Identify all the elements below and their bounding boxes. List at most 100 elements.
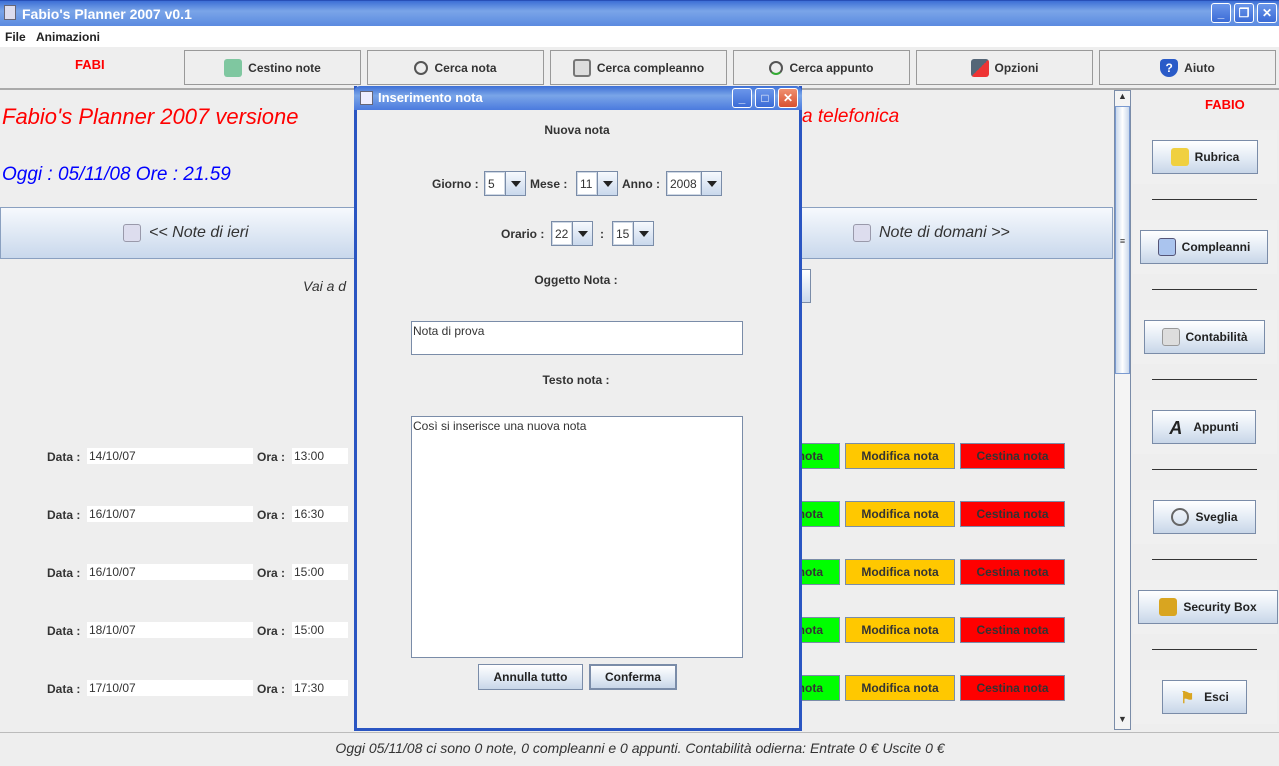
chevron-down-icon xyxy=(597,172,617,195)
dialog-close-button[interactable]: ✕ xyxy=(778,88,798,108)
button-label: Cerca nota xyxy=(434,60,497,75)
date-field: 16/10/07 xyxy=(87,506,253,522)
trash-note-button[interactable]: Cestina nota xyxy=(960,501,1065,527)
close-button[interactable]: ✕ xyxy=(1257,3,1277,23)
ore-value: 22 xyxy=(552,222,572,245)
opzioni-button[interactable]: Opzioni xyxy=(916,50,1093,85)
date-field: 16/10/07 xyxy=(87,564,253,580)
button-label: Aiuto xyxy=(1184,60,1215,75)
annulla-button[interactable]: Annulla tutto xyxy=(478,664,583,690)
edit-note-button[interactable]: Modifica nota xyxy=(845,617,955,643)
divider xyxy=(1152,199,1257,200)
time-field: 15:00 xyxy=(292,622,348,638)
trash-note-button[interactable]: Cestina nota xyxy=(960,617,1065,643)
cerca-nota-button[interactable]: Cerca nota xyxy=(367,50,544,85)
data-label: Data : xyxy=(47,624,81,638)
oggetto-input[interactable]: Nota di prova xyxy=(411,321,743,355)
scroll-up-arrow[interactable]: ▲ xyxy=(1115,91,1130,106)
data-label: Data : xyxy=(47,450,81,464)
goto-label: Vai a d xyxy=(303,278,347,294)
edit-note-button[interactable]: Modifica nota xyxy=(845,443,955,469)
ora-label: Ora : xyxy=(257,624,286,638)
help-shield-icon: ? xyxy=(1160,58,1179,77)
trash-note-button[interactable]: Cestina nota xyxy=(960,559,1065,585)
chevron-down-icon xyxy=(701,172,721,195)
button-label: Cestino note xyxy=(248,60,321,75)
chevron-down-icon xyxy=(633,222,653,245)
data-label: Data : xyxy=(47,508,81,522)
magnifier-check-icon xyxy=(769,60,784,75)
button-label: Contabilità xyxy=(1185,330,1248,344)
ore-select[interactable]: 22 xyxy=(551,221,593,246)
sidebar-button-6[interactable]: ⚑ Esci xyxy=(1162,680,1247,714)
aiuto-button[interactable]: ? Aiuto xyxy=(1099,50,1276,85)
button-label: Appunti xyxy=(1193,420,1239,434)
button-label: Rubrica xyxy=(1194,150,1240,164)
note-icon xyxy=(123,224,141,242)
menu-file[interactable]: File xyxy=(5,30,26,44)
button-label: << Note di ieri xyxy=(149,224,249,241)
divider xyxy=(1152,289,1257,290)
sidebar-button-4[interactable]: Sveglia xyxy=(1153,500,1256,534)
edit-note-button[interactable]: Modifica nota xyxy=(845,501,955,527)
sidebar-button-2[interactable]: Contabilità xyxy=(1144,320,1265,354)
sidebar-button-1[interactable]: Compleanni xyxy=(1140,230,1268,264)
orario-label: Orario : xyxy=(501,227,545,241)
restore-button[interactable]: ❐ xyxy=(1234,3,1254,23)
button-label: Cerca compleanno xyxy=(596,60,705,75)
cestino-note-button[interactable]: Cestino note xyxy=(184,50,361,85)
anno-value: 2008 xyxy=(667,172,701,195)
menu-animazioni[interactable]: Animazioni xyxy=(36,30,100,44)
button-label: Note di domani >> xyxy=(879,224,1010,241)
minuti-select[interactable]: 15 xyxy=(612,221,654,246)
button-label: Opzioni xyxy=(994,60,1039,75)
sidebar-user-label: FABIO xyxy=(1205,97,1245,112)
note-icon xyxy=(853,224,871,242)
cerca-appunto-button[interactable]: Cerca appunto xyxy=(733,50,910,85)
cerca-compleanno-button[interactable]: Cerca compleanno xyxy=(550,50,727,85)
giorno-select[interactable]: 5 xyxy=(484,171,526,196)
main-heading: Fabio's Planner 2007 versione xyxy=(2,104,299,129)
divider xyxy=(1152,379,1257,380)
giorno-value: 5 xyxy=(485,172,505,195)
trash-note-button[interactable]: Cestina nota xyxy=(960,675,1065,701)
dialog-minimize-button[interactable]: _ xyxy=(732,88,752,108)
date-field: 14/10/07 xyxy=(87,448,253,464)
mese-value: 11 xyxy=(577,172,597,195)
edit-note-button[interactable]: Modifica nota xyxy=(845,559,955,585)
time-field: 17:30 xyxy=(292,680,348,696)
time-field: 13:00 xyxy=(292,448,348,464)
testo-label: Testo nota : xyxy=(542,373,610,387)
minuti-value: 15 xyxy=(613,222,633,245)
calculator-icon xyxy=(1161,328,1180,346)
conferma-button[interactable]: Conferma xyxy=(589,664,677,690)
oggetto-label: Oggetto Nota : xyxy=(534,273,618,287)
address-book-icon xyxy=(1170,148,1189,166)
button-label: Cerca appunto xyxy=(789,60,874,75)
dialog-maximize-button[interactable]: □ xyxy=(755,88,775,108)
magnifier-icon xyxy=(414,60,429,75)
app-icon xyxy=(4,5,16,20)
sidebar-button-5[interactable]: Security Box xyxy=(1138,590,1278,624)
sidebar-button-0[interactable]: Rubrica xyxy=(1152,140,1258,174)
scroll-down-arrow[interactable]: ▼ xyxy=(1115,714,1130,729)
scroll-thumb[interactable]: ≡ xyxy=(1115,106,1130,374)
ora-label: Ora : xyxy=(257,682,286,696)
date-field: 17/10/07 xyxy=(87,680,253,696)
padlock-icon xyxy=(1159,598,1178,616)
dialog-heading: Nuova nota xyxy=(544,123,610,137)
chevron-down-icon xyxy=(572,222,592,245)
anno-label: Anno : xyxy=(622,177,660,191)
trash-note-button[interactable]: Cestina nota xyxy=(960,443,1065,469)
exit-runner-icon: ⚑ xyxy=(1180,690,1195,707)
calendar-icon xyxy=(1157,238,1176,256)
edit-note-button[interactable]: Modifica nota xyxy=(845,675,955,701)
tools-icon xyxy=(970,58,989,77)
today-label: Oggi : 05/11/08 Ore : 21.59 xyxy=(2,164,231,185)
sidebar-button-3[interactable]: A Appunti xyxy=(1152,410,1256,444)
java-icon xyxy=(360,91,373,105)
minimize-button[interactable]: _ xyxy=(1211,3,1231,23)
mese-select[interactable]: 11 xyxy=(576,171,618,196)
testo-textarea[interactable]: Così si inserisce una nuova nota xyxy=(411,416,743,658)
anno-select[interactable]: 2008 xyxy=(666,171,722,196)
